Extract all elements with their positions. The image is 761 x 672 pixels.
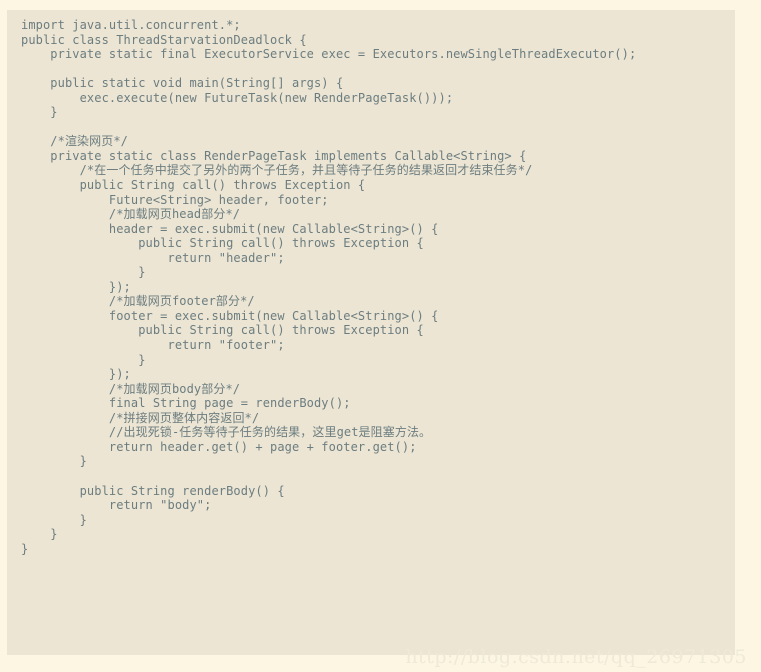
code-line: /*加载网页footer部分*/ [21,294,255,309]
code-line: } [21,512,87,527]
code-line: } [21,541,29,556]
code-line: } [21,265,146,280]
code-line: final String page = renderBody(); [21,396,351,411]
code-line: header = exec.submit(new Callable<String… [21,221,439,236]
code-line: public String call() throws Exception { [21,178,366,193]
code-line: Future<String> header, footer; [21,192,329,207]
code-line: public String call() throws Exception { [21,323,424,338]
code-block: import java.util.concurrent.*; public cla… [7,10,735,655]
code-line: }); [21,279,131,294]
code-line: } [21,454,87,469]
code-line: /*渲染网页*/ [21,134,128,149]
code-line: exec.execute(new FutureTask(new RenderPa… [21,90,454,105]
code-line: /*在一个任务中提交了另外的两个子任务，并且等待子任务的结果返回才结束任务*/ [21,163,533,178]
code-line: } [21,352,146,367]
code-line: } [21,105,58,120]
code-line: //出现死锁-任务等待子任务的结果，这里get是阻塞方法。 [21,425,432,440]
code-line: /*加载网页body部分*/ [21,381,241,396]
code-line: public static void main(String[] args) { [21,76,344,91]
code-line: return "footer"; [21,338,285,353]
code-line: /*拼接网页整体内容返回*/ [21,410,260,425]
code-line: public String renderBody() { [21,483,285,498]
code-line: public class ThreadStarvationDeadlock { [21,32,307,47]
code-line: footer = exec.submit(new Callable<String… [21,308,439,323]
code-line: private static final ExecutorService exe… [21,47,637,62]
code-line: import java.util.concurrent.*; [21,18,241,32]
code-line: } [21,527,58,542]
code-line: }); [21,367,131,382]
code-line: return "header"; [21,250,285,265]
page-root: import java.util.concurrent.*; public cla… [0,0,761,672]
code-line: /*加载网页head部分*/ [21,207,241,222]
code-line: private static class RenderPageTask impl… [21,148,527,163]
code-listing: import java.util.concurrent.*; public cla… [7,18,735,556]
code-line: return "body"; [21,498,212,513]
code-line: public String call() throws Exception { [21,236,424,251]
code-line: return header.get() + page + footer.get(… [21,439,417,454]
